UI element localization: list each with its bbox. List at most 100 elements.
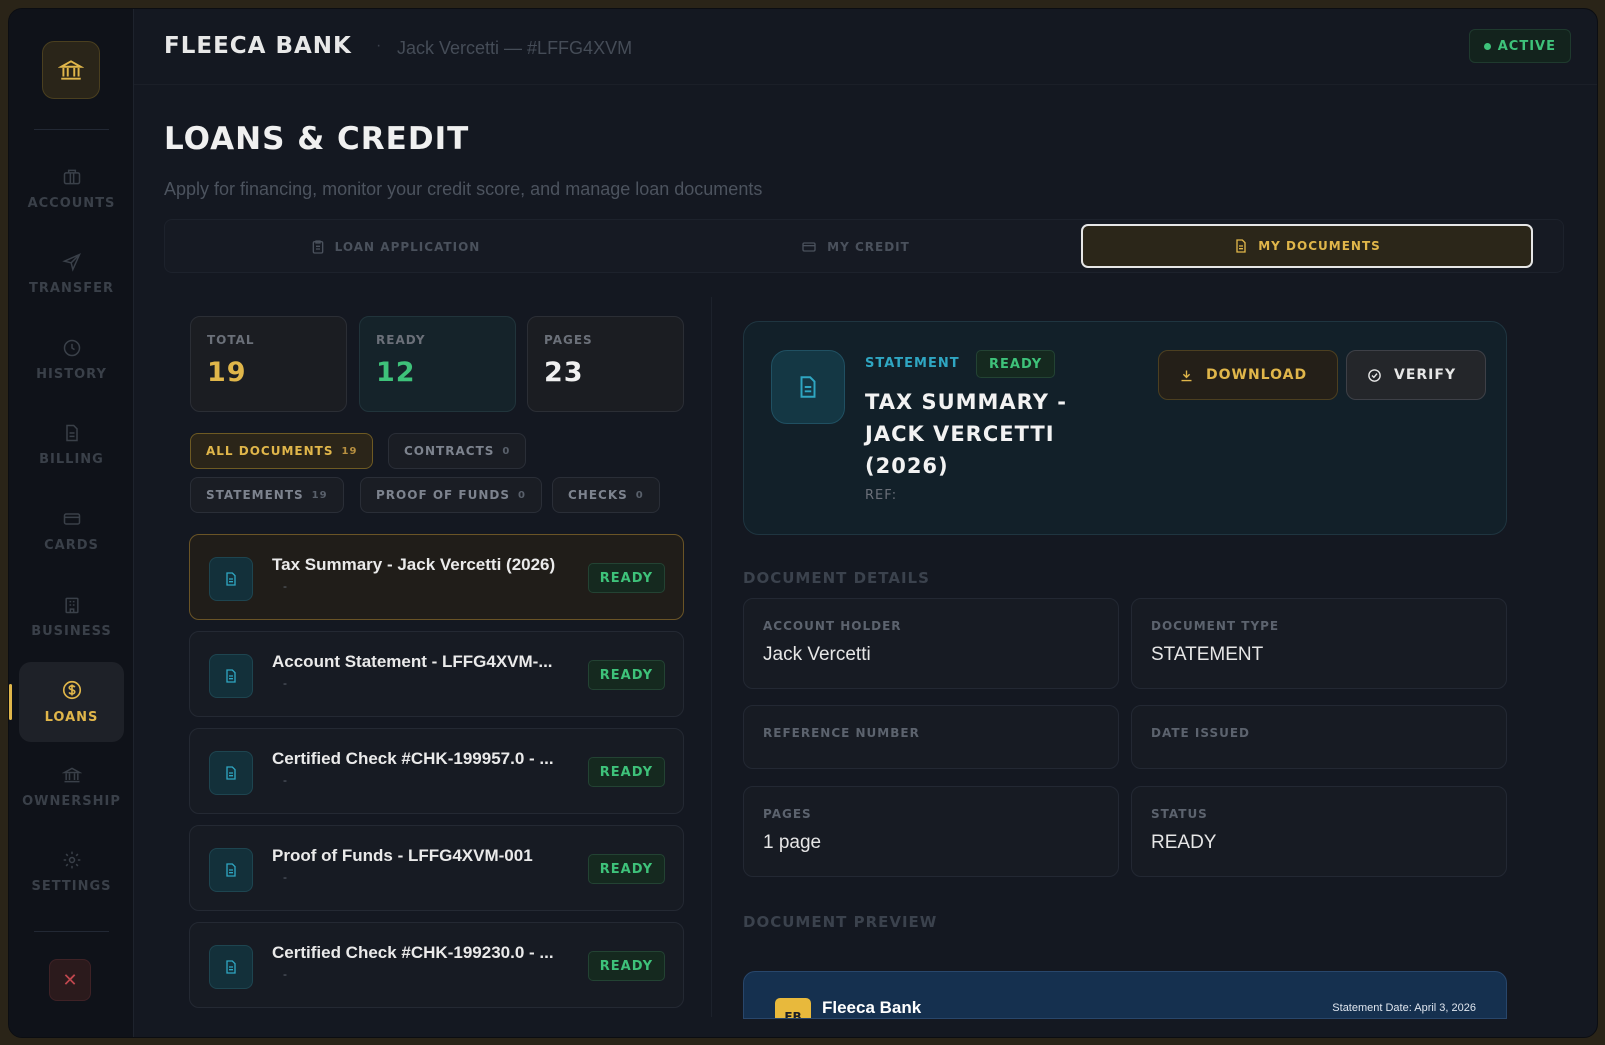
- tab-loan-application[interactable]: LOAN APPLICATION: [165, 220, 625, 274]
- stat-pages: PAGES 23: [527, 316, 684, 412]
- field-value: 1 page: [763, 832, 822, 853]
- sidebar-item-settings[interactable]: SETTINGS: [19, 832, 124, 912]
- field-date-issued: DATE ISSUED: [1131, 705, 1507, 769]
- document-subtext: -: [283, 579, 287, 593]
- verify-label: VERIFY: [1394, 367, 1457, 383]
- document-subtext: -: [283, 773, 287, 787]
- document-item[interactable]: Certified Check #CHK-199957.0 - ... - RE…: [189, 728, 684, 814]
- section-title: DOCUMENT PREVIEW: [743, 913, 938, 931]
- download-button[interactable]: DOWNLOAD: [1158, 350, 1338, 400]
- panel-divider: [711, 297, 712, 1017]
- sidebar-item-label: SETTINGS: [31, 879, 112, 894]
- send-icon: [61, 253, 81, 272]
- sidebar-item-label: HISTORY: [36, 367, 107, 382]
- filter-proof-of-funds[interactable]: PROOF OF FUNDS 0: [360, 477, 542, 513]
- sidebar: ACCOUNTS TRANSFER HISTORY BILLING CARDS …: [9, 9, 134, 1037]
- document-title: Certified Check #CHK-199957.0 - ...: [272, 749, 554, 768]
- close-icon: ✕: [62, 969, 78, 990]
- status-badge: READY: [587, 854, 665, 884]
- filter-count: 0: [517, 489, 526, 501]
- bank-logo[interactable]: [42, 41, 100, 99]
- sidebar-item-accounts[interactable]: ACCOUNTS: [19, 149, 124, 229]
- field-document-type: DOCUMENT TYPE STATEMENT: [1131, 598, 1507, 689]
- status-badge: READY: [587, 563, 665, 593]
- filter-label: CHECKS: [568, 488, 628, 502]
- preview-date: Statement Date: April 3, 2026: [1332, 1002, 1476, 1014]
- verify-button[interactable]: VERIFY: [1346, 350, 1486, 400]
- filter-label: CONTRACTS: [404, 444, 495, 458]
- field-pages: PAGES 1 page: [743, 786, 1119, 877]
- close-button[interactable]: ✕: [49, 959, 91, 1001]
- document-item[interactable]: Certified Check #CHK-199230.0 - ... - RE…: [189, 922, 684, 1008]
- sidebar-item-billing[interactable]: BILLING: [19, 405, 124, 485]
- sidebar-item-transfer[interactable]: TRANSFER: [19, 234, 124, 314]
- field-value: Jack Vercetti: [763, 644, 871, 665]
- dollar-circle-icon: [62, 680, 81, 700]
- page-title: LOANS & CREDIT: [164, 121, 470, 157]
- sidebar-item-history[interactable]: HISTORY: [19, 320, 124, 400]
- tab-label: MY CREDIT: [827, 240, 910, 254]
- user-info: Jack Vercetti — #LFFG4XVM: [397, 38, 633, 58]
- card-icon: [802, 242, 816, 252]
- tab-my-documents[interactable]: MY DOCUMENTS: [1081, 224, 1533, 268]
- building-icon: [64, 597, 79, 614]
- filter-label: ALL DOCUMENTS: [206, 444, 334, 458]
- sidebar-item-business[interactable]: BUSINESS: [19, 577, 124, 657]
- tab-label: LOAN APPLICATION: [334, 240, 481, 254]
- bank-icon: [61, 767, 82, 783]
- reference-label: REF:: [865, 488, 898, 503]
- field-account-holder: ACCOUNT HOLDER Jack Vercetti: [743, 598, 1119, 689]
- filter-all-documents[interactable]: ALL DOCUMENTS 19: [190, 433, 374, 469]
- sidebar-item-label: ACCOUNTS: [27, 196, 116, 211]
- document-icon: [209, 654, 253, 698]
- field-value: STATEMENT: [1151, 644, 1264, 665]
- document-icon: [209, 557, 253, 601]
- sidebar-item-loans[interactable]: LOANS: [9, 662, 124, 742]
- filter-contracts[interactable]: CONTRACTS 0: [388, 433, 527, 469]
- preview-logo: FB: [775, 998, 811, 1018]
- field-label: PAGES: [763, 807, 812, 821]
- stat-label: PAGES: [544, 333, 593, 347]
- filter-checks[interactable]: CHECKS 0: [552, 477, 660, 513]
- document-icon: [771, 350, 845, 424]
- document-preview: FB Fleeca Bank Statement Date: April 3, …: [743, 971, 1507, 1019]
- section-title: DOCUMENT DETAILS: [743, 569, 930, 587]
- stat-label: TOTAL: [207, 333, 255, 347]
- status-text: ACTIVE: [1497, 38, 1556, 54]
- sidebar-item-ownership[interactable]: OWNERSHIP: [19, 747, 124, 827]
- stat-ready: READY 12: [359, 316, 516, 412]
- document-item[interactable]: Proof of Funds - LFFG4XVM-001 - READY: [189, 825, 684, 911]
- sidebar-item-cards[interactable]: CARDS: [19, 491, 124, 571]
- document-title: Tax Summary - Jack Vercetti (2026): [272, 555, 556, 574]
- field-label: STATUS: [1151, 807, 1208, 821]
- document-title: TAX SUMMARY - JACK VERCETTI (2026): [865, 390, 1067, 478]
- sidebar-divider: [34, 931, 109, 932]
- header-separator: ·: [376, 37, 382, 54]
- document-icon: [1236, 239, 1246, 253]
- card-icon: [63, 513, 80, 525]
- bank-icon: [58, 60, 84, 80]
- document-subtext: -: [283, 870, 287, 884]
- sidebar-item-label: CARDS: [44, 538, 99, 553]
- document-type-label: STATEMENT: [865, 356, 960, 371]
- filter-count: 19: [341, 445, 358, 457]
- download-label: DOWNLOAD: [1206, 367, 1308, 383]
- tab-my-credit[interactable]: MY CREDIT: [625, 220, 1085, 274]
- stat-value: 19: [207, 357, 247, 388]
- status-badge: READY: [587, 951, 665, 981]
- sidebar-item-label: TRANSFER: [29, 281, 114, 296]
- stat-total: TOTAL 19: [190, 316, 347, 412]
- field-label: ACCOUNT HOLDER: [763, 619, 902, 633]
- file-icon: [65, 424, 78, 442]
- sidebar-item-label: BUSINESS: [31, 624, 112, 639]
- sidebar-item-label: LOANS: [44, 710, 99, 725]
- document-icon: [209, 945, 253, 989]
- document-subtext: -: [283, 967, 287, 981]
- preview-bank-name: Fleeca Bank: [822, 998, 922, 1017]
- document-item[interactable]: Account Statement - LFFG4XVM-... - READY: [189, 631, 684, 717]
- document-item[interactable]: Tax Summary - Jack Vercetti (2026) - REA…: [189, 534, 684, 620]
- filter-statements[interactable]: STATEMENTS 19: [190, 477, 344, 513]
- check-circle-icon: [1368, 368, 1381, 382]
- status-badge: READY: [587, 757, 665, 787]
- clock-icon: [63, 339, 80, 357]
